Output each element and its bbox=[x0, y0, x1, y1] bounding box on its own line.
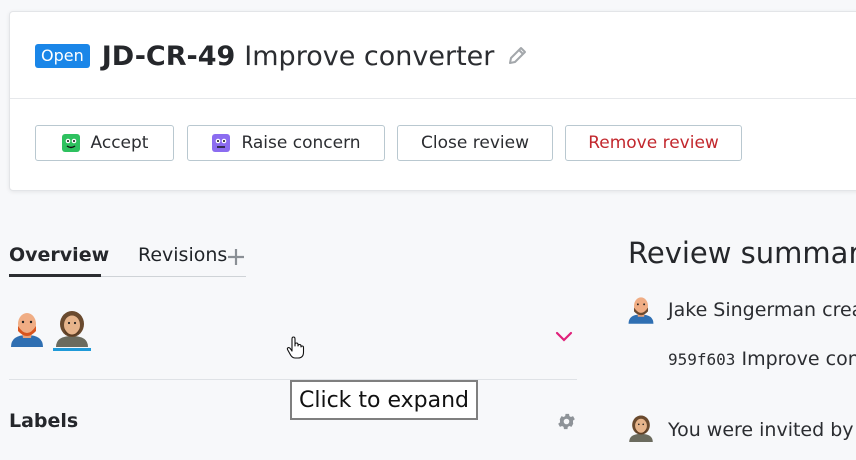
close-review-label: Close review bbox=[421, 133, 529, 153]
participants-list bbox=[9, 309, 97, 351]
commit-message: Improve con bbox=[741, 348, 856, 370]
plus-icon[interactable] bbox=[227, 248, 245, 270]
pencil-icon[interactable] bbox=[506, 45, 528, 67]
raise-concern-button[interactable]: Raise concern bbox=[187, 125, 385, 161]
tab-overview[interactable]: Overview bbox=[9, 240, 109, 270]
concern-emoji-icon bbox=[211, 133, 231, 153]
review-summary-title: Review summary bbox=[628, 236, 856, 270]
active-tab-indicator bbox=[9, 274, 101, 277]
activity-text: Jake Singerman crea bbox=[668, 299, 856, 321]
tab-revisions[interactable]: Revisions bbox=[138, 240, 227, 270]
hand-cursor-icon bbox=[286, 336, 306, 364]
avatar[interactable] bbox=[53, 309, 91, 351]
review-title-row: Open JD-CR-49 Improve converter bbox=[35, 40, 528, 72]
review-title: Improve converter bbox=[244, 40, 495, 72]
header-divider bbox=[10, 98, 856, 99]
review-header-card: Open JD-CR-49 Improve converter Accept R… bbox=[9, 11, 856, 191]
commit-entry: 959f603 Improve con bbox=[668, 348, 856, 370]
review-id: JD-CR-49 bbox=[101, 40, 236, 72]
remove-review-label: Remove review bbox=[588, 133, 719, 153]
current-user-indicator bbox=[53, 348, 91, 351]
avatar[interactable] bbox=[627, 413, 655, 443]
labels-heading: Labels bbox=[9, 410, 79, 432]
gear-icon[interactable] bbox=[556, 411, 577, 436]
accept-button[interactable]: Accept bbox=[35, 125, 174, 161]
close-review-button[interactable]: Close review bbox=[397, 125, 553, 161]
accept-label: Accept bbox=[90, 133, 149, 153]
review-tabs: Overview Revisions bbox=[9, 240, 246, 278]
remove-review-button[interactable]: Remove review bbox=[565, 125, 742, 161]
avatar[interactable] bbox=[627, 294, 655, 324]
commit-hash[interactable]: 959f603 bbox=[668, 350, 735, 369]
accept-emoji-icon bbox=[61, 133, 81, 153]
tooltip: Click to expand bbox=[290, 380, 478, 420]
chevron-down-icon[interactable] bbox=[555, 328, 573, 347]
raise-concern-label: Raise concern bbox=[241, 133, 361, 153]
status-badge: Open bbox=[35, 44, 90, 68]
activity-text: You were invited by a bbox=[668, 419, 856, 441]
avatar[interactable] bbox=[9, 309, 45, 347]
